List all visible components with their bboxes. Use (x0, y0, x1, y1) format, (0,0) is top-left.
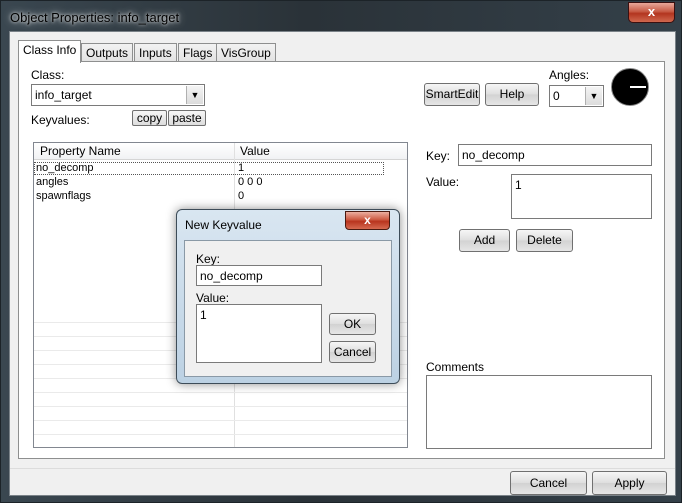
key-input[interactable]: no_decomp (458, 144, 652, 166)
value-cell: 0 0 0 (238, 176, 263, 188)
title-bar[interactable]: Object Properties: info_target x (1, 1, 681, 33)
value-cell: 1 (238, 162, 245, 174)
dialog-close-button[interactable]: x (345, 211, 390, 230)
add-button[interactable]: Add (459, 229, 510, 252)
window-close-button[interactable]: x (628, 2, 675, 23)
close-icon: x (364, 213, 371, 227)
delete-button[interactable]: Delete (516, 229, 573, 252)
property-name-cell: no_decomp (36, 162, 94, 174)
chevron-down-icon[interactable]: ▼ (186, 86, 203, 104)
dialog-key-value: no_decomp (200, 269, 263, 283)
tab-class-info[interactable]: Class Info (18, 40, 82, 63)
dialog-value-text: 1 (200, 308, 207, 322)
apply-button[interactable]: Apply (592, 471, 667, 495)
ok-button[interactable]: OK (329, 313, 376, 335)
dialog-title: New Keyvalue (185, 218, 262, 232)
value-cell: 0 (238, 190, 245, 202)
angle-compass-icon[interactable] (611, 68, 649, 106)
dialog-key-input[interactable]: no_decomp (196, 265, 322, 286)
value-textarea[interactable]: 1 (511, 174, 652, 219)
help-button[interactable]: Help (485, 83, 539, 106)
close-icon: x (647, 4, 656, 19)
dialog-client: Key: no_decomp Value: 1 OK Cancel (184, 240, 392, 377)
class-combobox[interactable]: info_target ▼ (31, 84, 205, 106)
table-row[interactable]: spawnflags 0 (34, 190, 407, 203)
new-keyvalue-dialog: New Keyvalue x Key: no_decomp Value: 1 O… (176, 209, 400, 384)
angles-value: 0 (553, 89, 560, 103)
window-title: Object Properties: info_target (10, 10, 180, 25)
copy-button[interactable]: copy (132, 110, 167, 126)
tab-flags[interactable]: Flags (178, 43, 218, 62)
dialog-key-label: Key: (196, 252, 221, 266)
angles-label: Angles: (549, 68, 590, 82)
class-label: Class: (31, 68, 65, 82)
cancel-button[interactable]: Cancel (510, 471, 587, 495)
property-name-cell: angles (36, 176, 69, 188)
table-row[interactable]: angles 0 0 0 (34, 176, 407, 189)
tab-inputs[interactable]: Inputs (134, 43, 177, 62)
comments-label: Comments (426, 360, 485, 374)
table-row[interactable]: no_decomp 1 (34, 162, 384, 175)
object-properties-window: Object Properties: info_target x Class I… (0, 0, 682, 503)
column-header-value[interactable]: Value (240, 144, 270, 158)
paste-button[interactable]: paste (168, 110, 206, 126)
chevron-down-icon[interactable]: ▼ (585, 87, 602, 105)
dialog-cancel-button[interactable]: Cancel (329, 341, 376, 363)
comments-textarea[interactable] (426, 375, 652, 449)
dialog-value-label: Value: (196, 291, 230, 305)
list-header: Property Name Value (34, 143, 407, 160)
tab-visgroup[interactable]: VisGroup (216, 43, 276, 62)
dialog-value-textarea[interactable]: 1 (196, 304, 322, 363)
key-label: Key: (426, 149, 451, 163)
value-label: Value: (426, 175, 460, 189)
key-input-value: no_decomp (462, 148, 525, 162)
property-name-cell: spawnflags (36, 190, 92, 202)
angles-combobox[interactable]: 0 ▼ (549, 85, 604, 107)
value-textarea-value: 1 (515, 178, 522, 192)
column-header-property-name[interactable]: Property Name (40, 144, 121, 158)
keyvalues-label: Keyvalues: (31, 113, 90, 127)
tab-outputs[interactable]: Outputs (81, 43, 134, 62)
smartedit-button[interactable]: SmartEdit (424, 83, 480, 106)
class-value: info_target (35, 88, 92, 102)
